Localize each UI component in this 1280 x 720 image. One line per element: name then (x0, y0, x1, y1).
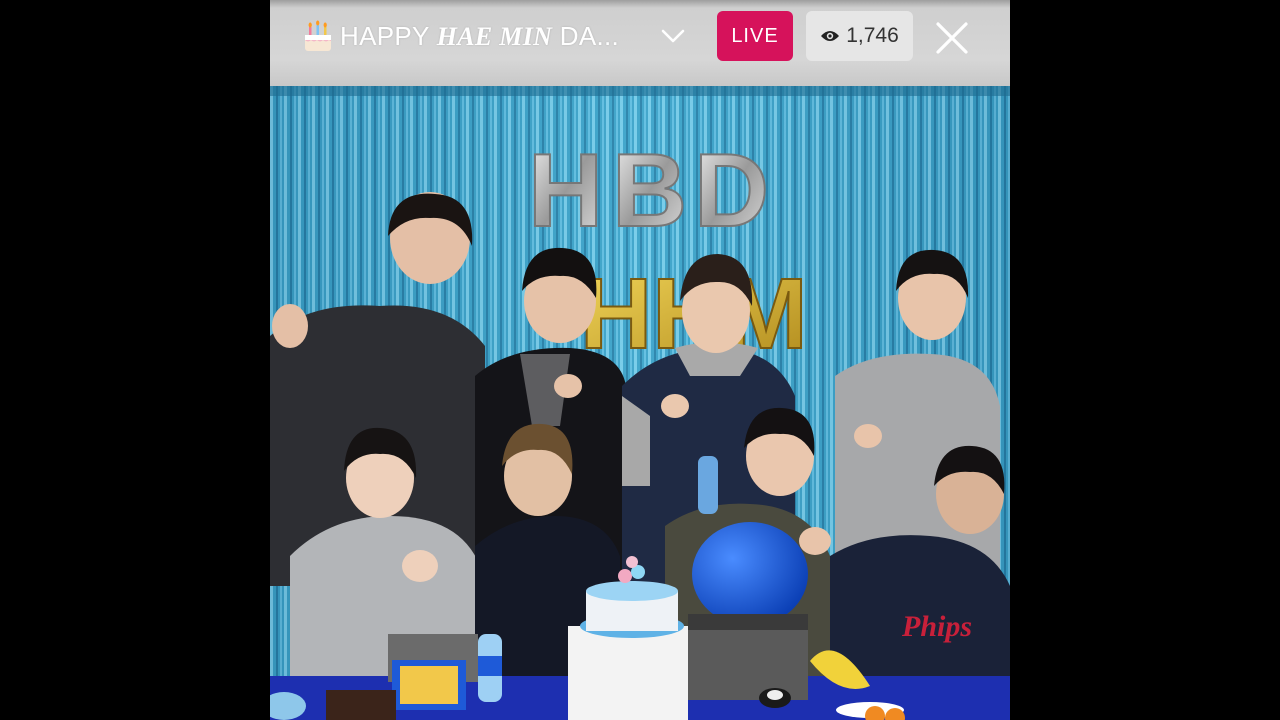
title-suffix: DA... (552, 20, 620, 51)
live-badge: LIVE (717, 11, 793, 61)
balloon-letter-h: H (528, 133, 603, 249)
viewer-count: 1,746 (846, 24, 899, 47)
video-frame: H B D HHM (270, 86, 1010, 720)
hbd-balloons: H B D (527, 132, 770, 250)
balloon-letter-b: B (612, 133, 687, 249)
close-icon[interactable] (934, 20, 970, 56)
live-video[interactable]: H B D HHM (270, 0, 1010, 720)
balloon-letter-d: D (694, 133, 769, 249)
stream-title[interactable]: HAPPY HAE MIN DA... (302, 19, 619, 53)
title-prefix: HAPPY (340, 20, 437, 51)
shirt-print-text: Phips (901, 610, 972, 643)
cake-icon (305, 20, 331, 51)
title-italic-name: HAE MIN (436, 21, 553, 51)
live-stream-screen: H B D HHM (0, 0, 1280, 720)
eye-icon (821, 31, 840, 41)
stream-title-text: HAPPY HAE MIN DA... (340, 21, 619, 52)
viewer-count-badge[interactable]: 1,746 (806, 11, 913, 61)
chevron-down-icon[interactable] (660, 26, 686, 46)
